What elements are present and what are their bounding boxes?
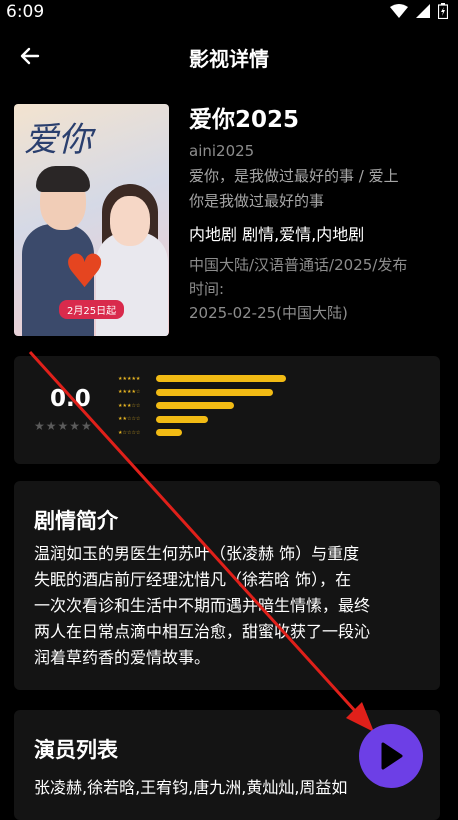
rating-bar-row: ★★★☆☆: [118, 399, 286, 413]
rating-bar-row: ★★★★★: [118, 372, 286, 386]
synopsis-text: 温润如玉的男医生何苏叶（张凌赫 饰）与重度 失眠的酒店前厅经理沈惜凡（徐若晗 饰…: [34, 541, 424, 671]
rating-score: 0.0: [50, 386, 91, 412]
rating-bar-fill: [156, 402, 234, 410]
rating-bar-row: ★☆☆☆☆: [118, 426, 286, 440]
movie-meta-line3: 2025-02-25(中国大陆): [189, 304, 348, 322]
poster-title-art: 爱你: [24, 120, 92, 160]
battery-icon: [438, 3, 448, 19]
poster-person-male-hair: [36, 166, 90, 192]
movie-info: 爱你2025 aini2025 爱你，是我做过最好的事 / 爱上 你是我做过最好…: [189, 104, 444, 325]
movie-meta-line2: 时间:: [189, 280, 225, 298]
rating-bar-fill: [156, 388, 273, 396]
synopsis-title: 剧情简介: [34, 509, 118, 533]
movie-alias: aini2025: [189, 142, 255, 160]
rating-bar-stars: ★★★★☆: [118, 389, 141, 396]
synopsis-card: 剧情简介 温润如玉的男医生何苏叶（张凌赫 饰）与重度 失眠的酒店前厅经理沈惜凡（…: [14, 481, 440, 690]
heart-icon: ♥: [64, 244, 106, 298]
synopsis-line: 润着草药香的爱情故事。: [34, 648, 211, 667]
rating-bar-row: ★★★★☆: [118, 386, 286, 400]
poster-person-female-head: [110, 196, 150, 246]
status-bar: 6:09: [0, 0, 458, 26]
rating-bar-stars: ★★★★★: [118, 375, 141, 382]
poster-image: 爱你 ♥ 2月25日起: [14, 104, 169, 336]
rating-bar-stars: ★★☆☆☆: [118, 416, 141, 423]
status-icons: [390, 3, 448, 19]
movie-genre: 内地剧 剧情,爱情,内地剧: [189, 225, 365, 244]
rating-card: 0.0 ★★★★★ ★★★★★ ★★★★☆ ★★★☆☆ ★★☆☆☆ ★☆☆☆☆: [14, 356, 440, 464]
play-icon: [381, 742, 403, 770]
movie-aliases-line1: 爱你，是我做过最好的事 / 爱上: [189, 167, 399, 185]
status-time: 6:09: [6, 2, 45, 22]
rating-bar-row: ★★☆☆☆: [118, 413, 286, 427]
cast-names: 张凌赫,徐若晗,王宥钧,唐九洲,黄灿灿,周益如: [34, 778, 348, 797]
poster-person-female: [96, 232, 168, 336]
page-title: 影视详情: [189, 47, 269, 71]
rating-bar-stars: ★☆☆☆☆: [118, 429, 141, 436]
poster-date-badge: 2月25日起: [59, 300, 125, 319]
synopsis-line: 失眠的酒店前厅经理沈惜凡（徐若晗 饰），在: [34, 570, 352, 589]
movie-title: 爱你2025: [189, 107, 300, 133]
wifi-icon: [390, 4, 408, 18]
play-button[interactable]: [359, 724, 423, 788]
movie-aliases-line2: 你是我做过最好的事: [189, 192, 325, 210]
rating-distribution: ★★★★★ ★★★★☆ ★★★☆☆ ★★☆☆☆ ★☆☆☆☆: [118, 372, 286, 440]
synopsis-line: 两人在日常点滴中相互治愈，甜蜜收获了一段沁: [34, 622, 371, 641]
rating-stars: ★★★★★: [34, 419, 93, 433]
movie-meta-line1: 中国大陆/汉语普通话/2025/发布: [189, 256, 408, 274]
synopsis-line: 一次次看诊和生活中不期而遇并暗生情愫，最终: [34, 596, 371, 615]
cast-title: 演员列表: [34, 738, 118, 762]
rating-bar-fill: [156, 375, 286, 383]
synopsis-line: 温润如玉的男医生何苏叶（张凌赫 饰）与重度: [34, 544, 360, 563]
rating-bar-fill: [156, 415, 208, 423]
signal-icon: [416, 4, 430, 18]
rating-bar-fill: [156, 429, 182, 437]
header: 影视详情: [0, 30, 458, 82]
rating-bar-stars: ★★★☆☆: [118, 402, 141, 409]
